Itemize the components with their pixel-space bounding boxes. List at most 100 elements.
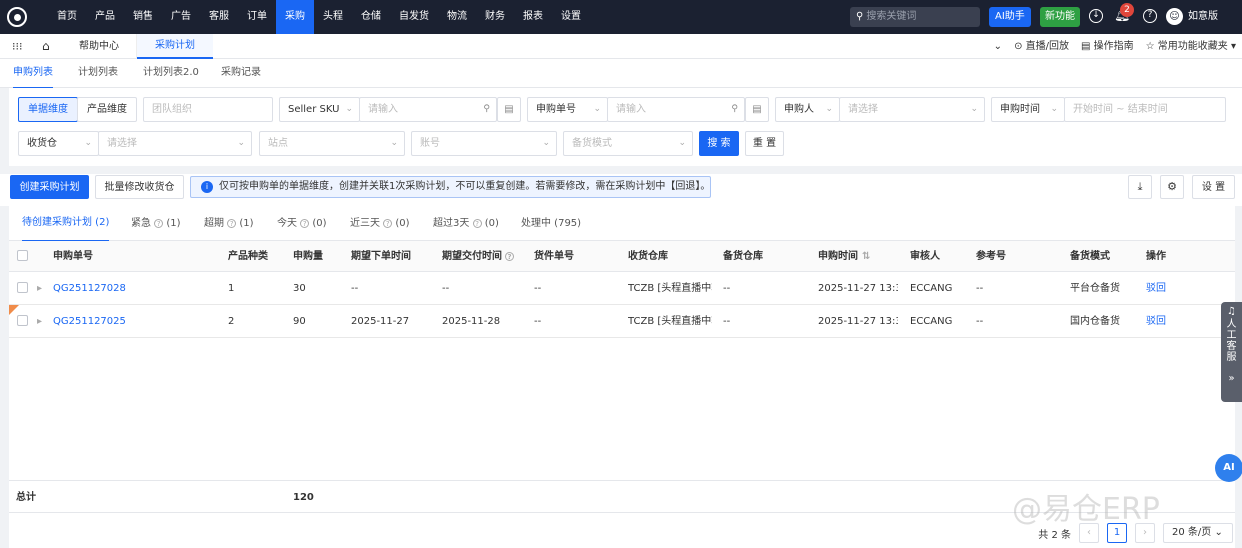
download-circle-icon[interactable]: ↓ bbox=[1089, 9, 1103, 23]
dim-product-button[interactable]: 产品维度 bbox=[77, 97, 137, 122]
cell-no[interactable]: QG251127025 bbox=[53, 305, 197, 338]
favorites-link[interactable]: ☆ 常用功能收藏夹 ▾ bbox=[1146, 34, 1236, 59]
flag-corner-icon bbox=[9, 305, 19, 315]
cell-mode: 国内仓备货 bbox=[1070, 316, 1120, 327]
nav-item-7[interactable]: 头程 bbox=[314, 0, 352, 34]
batch-modify-warehouse-button[interactable]: 批量修改收货仓 bbox=[95, 175, 184, 199]
expand-icon[interactable]: ▸ bbox=[37, 305, 42, 338]
tab-help-center[interactable]: 帮助中心 bbox=[62, 34, 137, 59]
select-all-checkbox[interactable] bbox=[17, 250, 28, 261]
ai-chat-bubble[interactable]: AI bbox=[1215, 454, 1242, 482]
expand-icon[interactable]: ▸ bbox=[37, 272, 42, 305]
help-icon[interactable]: ? bbox=[227, 218, 237, 228]
guide-link[interactable]: ▤ 操作指南 bbox=[1081, 34, 1134, 59]
live-replay-link[interactable]: ⊙ 直播/回放 bbox=[1014, 34, 1069, 59]
global-search[interactable]: ⚲ 搜索关键词 bbox=[850, 7, 980, 27]
nav-item-11[interactable]: 财务 bbox=[476, 0, 514, 34]
nav-item-6[interactable]: 采购 bbox=[276, 0, 314, 34]
status-tab-0[interactable]: 待创建采购计划 (2) bbox=[22, 206, 110, 242]
settings-button[interactable]: 设 置 bbox=[1192, 175, 1235, 199]
subtab-apply-list[interactable]: 申购列表 bbox=[13, 59, 53, 89]
gear-icon[interactable]: ⚙ bbox=[1160, 175, 1184, 199]
help-icon[interactable]: ? bbox=[154, 218, 164, 228]
create-plan-button[interactable]: 创建采购计划 bbox=[10, 175, 89, 199]
page-size-select[interactable]: 20 条/页 ⌄ bbox=[1163, 523, 1233, 543]
help-icon[interactable]: ? bbox=[300, 218, 310, 228]
cell-op[interactable]: 驳回 bbox=[1146, 305, 1200, 338]
cell-auditor: ECCANG bbox=[910, 316, 953, 327]
apps-grid-icon[interactable]: ⁝⁝⁝ bbox=[12, 40, 23, 53]
nav-item-3[interactable]: 广告 bbox=[162, 0, 200, 34]
cell-recv-wh: TCZB [头程直播中转仓] bbox=[628, 316, 712, 327]
account-select[interactable]: 账号 ⌄ bbox=[411, 131, 557, 156]
sku-type-select[interactable]: Seller SKU ⌄ bbox=[279, 97, 360, 122]
column-header-label: 申购时间 bbox=[818, 251, 858, 262]
help-icon[interactable]: ? bbox=[383, 218, 393, 228]
subtab-plan-list[interactable]: 计划列表 bbox=[78, 59, 118, 87]
dim-single-button[interactable]: 单据维度 bbox=[18, 97, 78, 122]
cell-order-time: 2025-11-27 bbox=[351, 316, 410, 327]
headset-icon[interactable]: ? bbox=[1143, 9, 1157, 23]
status-tab-1[interactable]: 紧急 ? (1) bbox=[131, 206, 181, 242]
status-tab-6[interactable]: 处理中 (795) bbox=[521, 206, 581, 242]
status-tab-label: 待创建采购计划 (2) bbox=[22, 217, 110, 228]
ai-assistant-button[interactable]: AI助手 bbox=[989, 7, 1031, 27]
chevron-down-icon[interactable]: ⌄ bbox=[994, 34, 1002, 59]
order-no-type-select[interactable]: 申购单号 ⌄ bbox=[527, 97, 608, 122]
customer-service-widget[interactable]: ♫ 人工客服 » bbox=[1221, 302, 1242, 402]
subtab-purchase-records[interactable]: 采购记录 bbox=[221, 59, 261, 87]
nav-item-12[interactable]: 报表 bbox=[514, 0, 552, 34]
column-header-apply_time[interactable]: 申购时间 ⇅ bbox=[818, 241, 904, 272]
reset-button[interactable]: 重 置 bbox=[745, 131, 784, 156]
avatar[interactable]: ☺ bbox=[1166, 8, 1183, 25]
home-icon[interactable]: ⌂ bbox=[42, 39, 50, 53]
nav-item-2[interactable]: 销售 bbox=[124, 0, 162, 34]
site-select[interactable]: 站点 ⌄ bbox=[259, 131, 405, 156]
applicant-select[interactable]: 请选择 ⌄ bbox=[839, 97, 985, 122]
warehouse-type-select[interactable]: 收货仓 ⌄ bbox=[18, 131, 99, 156]
time-range-picker[interactable]: 开始时间 ~ 结束时间 bbox=[1064, 97, 1226, 122]
app-logo[interactable] bbox=[0, 0, 34, 34]
nav-item-10[interactable]: 物流 bbox=[438, 0, 476, 34]
row-checkbox[interactable] bbox=[17, 282, 28, 293]
nav-item-13[interactable]: 设置 bbox=[552, 0, 590, 34]
nav-item-4[interactable]: 客服 bbox=[200, 0, 238, 34]
batch-input-icon[interactable]: ▤ bbox=[497, 97, 521, 122]
stock-mode-select[interactable]: 备货模式 ⌄ bbox=[563, 131, 693, 156]
status-tab-3[interactable]: 今天 ? (0) bbox=[277, 206, 327, 242]
time-type-select[interactable]: 申购时间 ⌄ bbox=[991, 97, 1065, 122]
cell-no[interactable]: QG251127028 bbox=[53, 272, 197, 305]
nav-item-5[interactable]: 订单 bbox=[238, 0, 276, 34]
nav-item-1[interactable]: 产品 bbox=[86, 0, 124, 34]
applicant-type-select[interactable]: 申购人 ⌄ bbox=[775, 97, 840, 122]
nav-item-8[interactable]: 仓储 bbox=[352, 0, 390, 34]
search-button[interactable]: 搜 索 bbox=[699, 131, 739, 156]
subtab-plan-list-2[interactable]: 计划列表2.0 bbox=[143, 59, 199, 87]
column-header-no: 申购单号 bbox=[53, 241, 203, 272]
nav-item-9[interactable]: 自发货 bbox=[390, 0, 438, 34]
status-tab-count: (0) bbox=[484, 218, 499, 229]
row-checkbox[interactable] bbox=[17, 315, 28, 326]
sku-input[interactable]: 请输入 ⚲ bbox=[359, 97, 497, 122]
status-tab-4[interactable]: 近三天 ? (0) bbox=[350, 206, 410, 242]
new-feature-button[interactable]: 新功能 bbox=[1040, 7, 1080, 27]
download-icon[interactable]: ⤓ bbox=[1128, 175, 1152, 199]
warehouse-select[interactable]: 请选择 ⌄ bbox=[98, 131, 252, 156]
help-icon[interactable]: ? bbox=[505, 251, 514, 261]
batch-input-icon[interactable]: ▤ bbox=[745, 97, 769, 122]
cell-op[interactable]: 驳回 bbox=[1146, 272, 1200, 305]
team-select[interactable]: 团队组织 bbox=[143, 97, 273, 122]
status-tab-count: (0) bbox=[395, 218, 410, 229]
order-no-input[interactable]: 请输入 ⚲ bbox=[607, 97, 745, 122]
cell-shipment: -- bbox=[534, 283, 542, 294]
sort-icon[interactable]: ⇅ bbox=[862, 251, 870, 262]
status-tab-5[interactable]: 超过3天 ? (0) bbox=[433, 206, 499, 242]
help-icon[interactable]: ? bbox=[472, 218, 482, 228]
username[interactable]: 如意版 bbox=[1188, 0, 1218, 34]
column-header-shipment: 货件单号 bbox=[534, 241, 624, 272]
tab-purchase-plan[interactable]: 采购计划 bbox=[137, 34, 213, 59]
info-icon: i bbox=[201, 181, 213, 193]
status-tab-2[interactable]: 超期 ? (1) bbox=[204, 206, 254, 242]
double-chevron-right-icon[interactable]: » bbox=[1221, 373, 1242, 384]
nav-item-0[interactable]: 首页 bbox=[48, 0, 86, 34]
